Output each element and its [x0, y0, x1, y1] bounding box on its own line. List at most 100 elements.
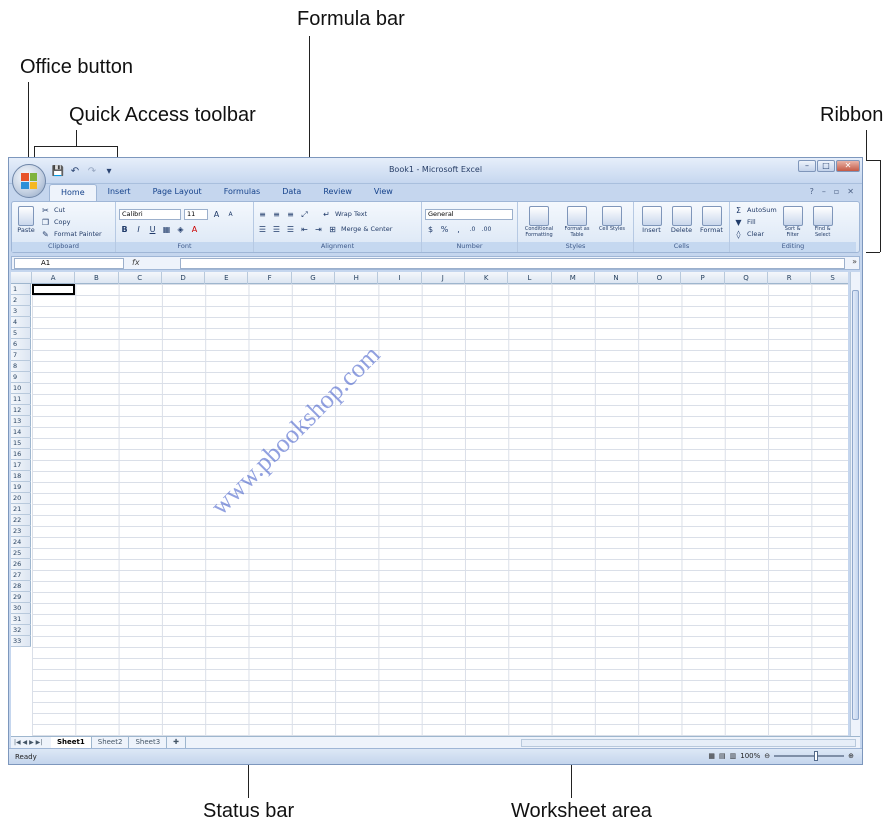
- row-header[interactable]: 17: [11, 460, 31, 471]
- column-header[interactable]: D: [162, 272, 206, 284]
- comma-icon[interactable]: ,: [453, 224, 464, 235]
- font-size-select[interactable]: 11: [184, 208, 208, 220]
- align-top-icon[interactable]: ≡: [257, 209, 268, 220]
- row-header[interactable]: 24: [11, 537, 31, 548]
- row-header[interactable]: 28: [11, 581, 31, 592]
- tab-view[interactable]: View: [363, 184, 404, 202]
- row-header[interactable]: 6: [11, 339, 31, 350]
- fill-color-icon[interactable]: ◈: [175, 224, 186, 235]
- align-left-icon[interactable]: ☰: [257, 224, 268, 235]
- row-header[interactable]: 19: [11, 482, 31, 493]
- row-header[interactable]: 25: [11, 548, 31, 559]
- row-header[interactable]: 29: [11, 592, 31, 603]
- column-header[interactable]: K: [465, 272, 509, 284]
- merge-center-button[interactable]: Merge & Center: [341, 225, 392, 233]
- expand-formula-bar-icon[interactable]: »: [852, 257, 857, 266]
- sheet-tab-sheet2[interactable]: Sheet2: [92, 737, 130, 748]
- wrap-text-button[interactable]: Wrap Text: [335, 210, 367, 218]
- insert-function-icon[interactable]: fx: [132, 258, 140, 267]
- column-header[interactable]: P: [682, 272, 725, 284]
- row-header[interactable]: 11: [11, 394, 31, 405]
- row-header[interactable]: 14: [11, 427, 31, 438]
- column-header[interactable]: J: [422, 272, 465, 284]
- tab-insert[interactable]: Insert: [97, 184, 142, 202]
- paste-button[interactable]: Paste: [15, 206, 37, 240]
- column-header[interactable]: L: [508, 272, 552, 284]
- column-header[interactable]: O: [638, 272, 682, 284]
- horizontal-scrollbar[interactable]: [521, 739, 856, 747]
- zoom-out-icon[interactable]: ⊖: [764, 752, 770, 760]
- tab-formulas[interactable]: Formulas: [213, 184, 272, 202]
- shrink-font-icon[interactable]: A: [225, 209, 236, 220]
- orientation-icon[interactable]: ⤢: [299, 209, 310, 220]
- row-header[interactable]: 27: [11, 570, 31, 581]
- align-right-icon[interactable]: ☰: [285, 224, 296, 235]
- row-header[interactable]: 15: [11, 438, 31, 449]
- currency-icon[interactable]: $: [425, 224, 436, 235]
- doc-close-icon[interactable]: ✕: [847, 187, 854, 196]
- decrease-indent-icon[interactable]: ⇤: [299, 224, 310, 235]
- formula-input[interactable]: [180, 258, 845, 269]
- sheet-nav-arrows-icon[interactable]: |◀ ◀ ▶ ▶|: [11, 739, 51, 746]
- sheet-tab-sheet1[interactable]: Sheet1: [51, 737, 92, 748]
- tab-home[interactable]: Home: [49, 184, 97, 202]
- insert-sheet-icon[interactable]: ✚: [167, 737, 187, 748]
- row-header[interactable]: 31: [11, 614, 31, 625]
- column-header[interactable]: R: [768, 272, 812, 284]
- close-icon[interactable]: ✕: [836, 160, 860, 172]
- font-name-select[interactable]: Calibri: [119, 208, 181, 220]
- row-header[interactable]: 30: [11, 603, 31, 614]
- row-header[interactable]: 10: [11, 383, 31, 394]
- row-header[interactable]: 13: [11, 416, 31, 427]
- office-button[interactable]: [12, 164, 46, 198]
- row-header[interactable]: 20: [11, 493, 31, 504]
- autosum-button[interactable]: Σ AutoSum: [733, 204, 777, 216]
- cell-area[interactable]: [32, 284, 848, 736]
- doc-restore-icon[interactable]: ▫: [834, 187, 839, 196]
- row-header[interactable]: 26: [11, 559, 31, 570]
- font-color-icon[interactable]: A: [189, 224, 200, 235]
- column-header[interactable]: E: [205, 272, 249, 284]
- grow-font-icon[interactable]: A: [211, 209, 222, 220]
- column-header[interactable]: I: [378, 272, 422, 284]
- column-header[interactable]: Q: [725, 272, 769, 284]
- column-header[interactable]: M: [552, 272, 595, 284]
- column-header[interactable]: B: [75, 272, 119, 284]
- vertical-scroll-thumb[interactable]: [852, 290, 859, 720]
- minimize-icon[interactable]: –: [798, 160, 816, 172]
- number-format-select[interactable]: General: [425, 208, 513, 220]
- format-painter-button[interactable]: ✎ Format Painter: [40, 228, 102, 240]
- percent-icon[interactable]: %: [439, 224, 450, 235]
- row-header[interactable]: 33: [11, 636, 31, 647]
- vertical-scrollbar[interactable]: [850, 272, 860, 736]
- zoom-level[interactable]: 100%: [740, 752, 760, 760]
- row-header[interactable]: 5: [11, 328, 31, 339]
- row-header[interactable]: 21: [11, 504, 31, 515]
- column-header[interactable]: N: [595, 272, 639, 284]
- clear-button[interactable]: ◊ Clear: [733, 228, 777, 240]
- borders-icon[interactable]: ▦: [161, 224, 172, 235]
- row-header[interactable]: 4: [11, 317, 31, 328]
- zoom-in-icon[interactable]: ⊕: [848, 752, 854, 760]
- column-header[interactable]: C: [119, 272, 162, 284]
- row-header[interactable]: 22: [11, 515, 31, 526]
- bold-icon[interactable]: B: [119, 224, 130, 235]
- row-header[interactable]: 1: [11, 284, 31, 295]
- align-center-icon[interactable]: ☰: [271, 224, 282, 235]
- column-header[interactable]: S: [811, 272, 848, 284]
- tab-page-layout[interactable]: Page Layout: [142, 184, 213, 202]
- row-header[interactable]: 18: [11, 471, 31, 482]
- row-header[interactable]: 12: [11, 405, 31, 416]
- name-box[interactable]: A1: [14, 258, 124, 269]
- row-header[interactable]: 23: [11, 526, 31, 537]
- row-header[interactable]: 3: [11, 306, 31, 317]
- underline-icon[interactable]: U: [147, 224, 158, 235]
- page-break-view-icon[interactable]: ▥: [730, 752, 737, 760]
- column-header[interactable]: H: [335, 272, 379, 284]
- help-icon[interactable]: ?: [810, 187, 814, 196]
- column-header[interactable]: G: [292, 272, 336, 284]
- zoom-slider[interactable]: [774, 751, 845, 761]
- select-all-corner[interactable]: [11, 272, 32, 284]
- row-header[interactable]: 8: [11, 361, 31, 372]
- increase-decimal-icon[interactable]: .0: [467, 224, 478, 235]
